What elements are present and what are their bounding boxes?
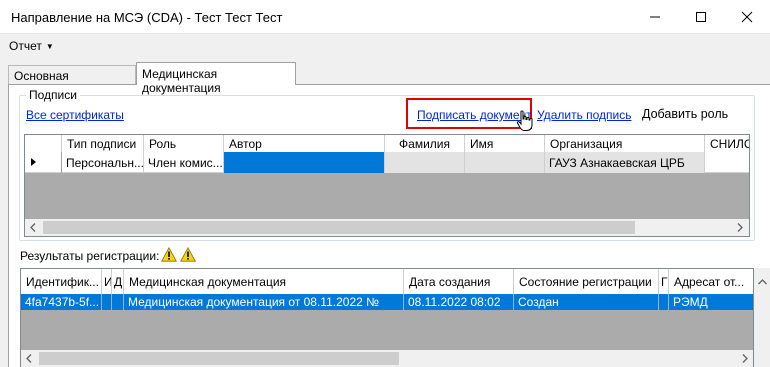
cell-creation-date[interactable]: 08.11.2022 08:02 [404,294,514,310]
minimize-icon [650,16,660,18]
registration-vscrollbar[interactable] [754,268,770,367]
window-title: Направление на МСЭ (CDA) - Тест Тест Тес… [11,10,283,25]
scroll-left-button[interactable] [25,219,42,236]
cell-signature-type[interactable]: Персональн... [62,152,144,173]
sign-document-link[interactable]: Подписать документ [417,108,532,122]
cell-role[interactable]: Член комис... [144,152,224,173]
column-header[interactable]: Автор [224,135,385,152]
table-row[interactable]: 4fa7437b-5f... Медицинская документация … [21,294,753,310]
hand-cursor-icon [516,110,533,131]
signatures-group-label: Подписи [26,88,80,102]
cell-addressee[interactable]: РЭМД [669,294,753,310]
tab-medical-docs[interactable]: Медицинская документация [136,62,296,95]
tab-main-info[interactable]: Основная информация [8,65,136,97]
column-header[interactable]: Д [112,269,124,294]
scroll-right-button[interactable] [737,350,753,367]
menu-report[interactable]: Отчет ▼ [9,39,54,53]
maximize-icon [696,12,706,22]
scroll-right-icon [737,223,743,232]
row-pointer-icon [31,158,36,166]
column-header[interactable]: Тип подписи [62,135,144,152]
column-header[interactable]: Роль [144,135,224,152]
table-row[interactable]: Персональн... Член комис... ГАУЗ Азнакае… [25,152,749,173]
cell-firstname[interactable] [465,152,545,173]
scroll-left-icon [30,223,36,232]
registration-hscrollbar[interactable] [21,350,753,367]
title-bar: Направление на МСЭ (CDA) - Тест Тест Тес… [0,0,770,34]
scroll-left-icon [26,354,32,363]
registration-results-label: Результаты регистрации: [20,249,160,263]
column-header[interactable]: Дата создания [404,269,514,294]
caret-down-icon: ▼ [45,42,54,51]
registration-grid-header: Идентифик... И Д Медицинская документаци… [21,269,753,294]
scroll-left-button[interactable] [21,350,38,367]
cell-flag-1[interactable] [102,294,112,310]
row-indicator-cell [25,152,62,173]
cell-flag-3[interactable] [659,294,669,310]
cell-lastname[interactable] [385,152,465,173]
delete-signature-link[interactable]: Удалить подпись [537,108,632,122]
column-header[interactable]: Г [659,269,669,294]
scroll-right-button[interactable] [732,219,749,236]
cell-author[interactable] [224,152,385,173]
scroll-up-icon [758,279,767,285]
scroll-thumb[interactable] [39,352,399,365]
cell-snils[interactable] [705,152,749,173]
column-header[interactable]: Организация [545,135,705,152]
maximize-button[interactable] [678,0,724,34]
column-header[interactable]: Фамилия [385,135,465,152]
signatures-grid-header: Тип подписи Роль Автор Фамилия Имя Орган… [25,135,749,152]
cell-identifier[interactable]: 4fa7437b-5f... [21,294,102,310]
all-certificates-link[interactable]: Все сертификаты [26,108,124,122]
warning-icon [180,247,196,262]
registration-grid[interactable]: Идентифик... И Д Медицинская документаци… [20,268,754,367]
cell-flag-2[interactable] [112,294,124,310]
menu-report-label: Отчет [9,39,42,53]
menu-bar: Отчет ▼ [0,34,770,58]
warning-icon [161,247,177,262]
column-header[interactable]: Имя [465,135,545,152]
scroll-right-icon [742,354,748,363]
signatures-hscrollbar[interactable] [25,219,749,236]
signatures-grid[interactable]: Тип подписи Роль Автор Фамилия Имя Орган… [24,134,750,237]
column-header[interactable]: СНИЛС [705,135,749,152]
row-header-cell [25,135,62,152]
column-header[interactable]: Медицинская документация [124,269,404,294]
minimize-button[interactable] [632,0,678,34]
column-header[interactable]: Состояние регистрации [514,269,659,294]
scroll-thumb[interactable] [43,221,635,234]
column-header[interactable]: Идентифик... [21,269,102,294]
close-button[interactable] [724,0,770,34]
add-role-button[interactable]: Добавить роль [642,107,728,121]
cell-medical-document[interactable]: Медицинская документация от 08.11.2022 № [124,294,404,310]
close-icon [741,11,753,23]
column-header[interactable]: Адресат от... [669,269,753,294]
cell-registration-state[interactable]: Создан [514,294,659,310]
cell-organization[interactable]: ГАУЗ Азнакаевская ЦРБ [545,152,705,173]
column-header[interactable]: И [102,269,112,294]
